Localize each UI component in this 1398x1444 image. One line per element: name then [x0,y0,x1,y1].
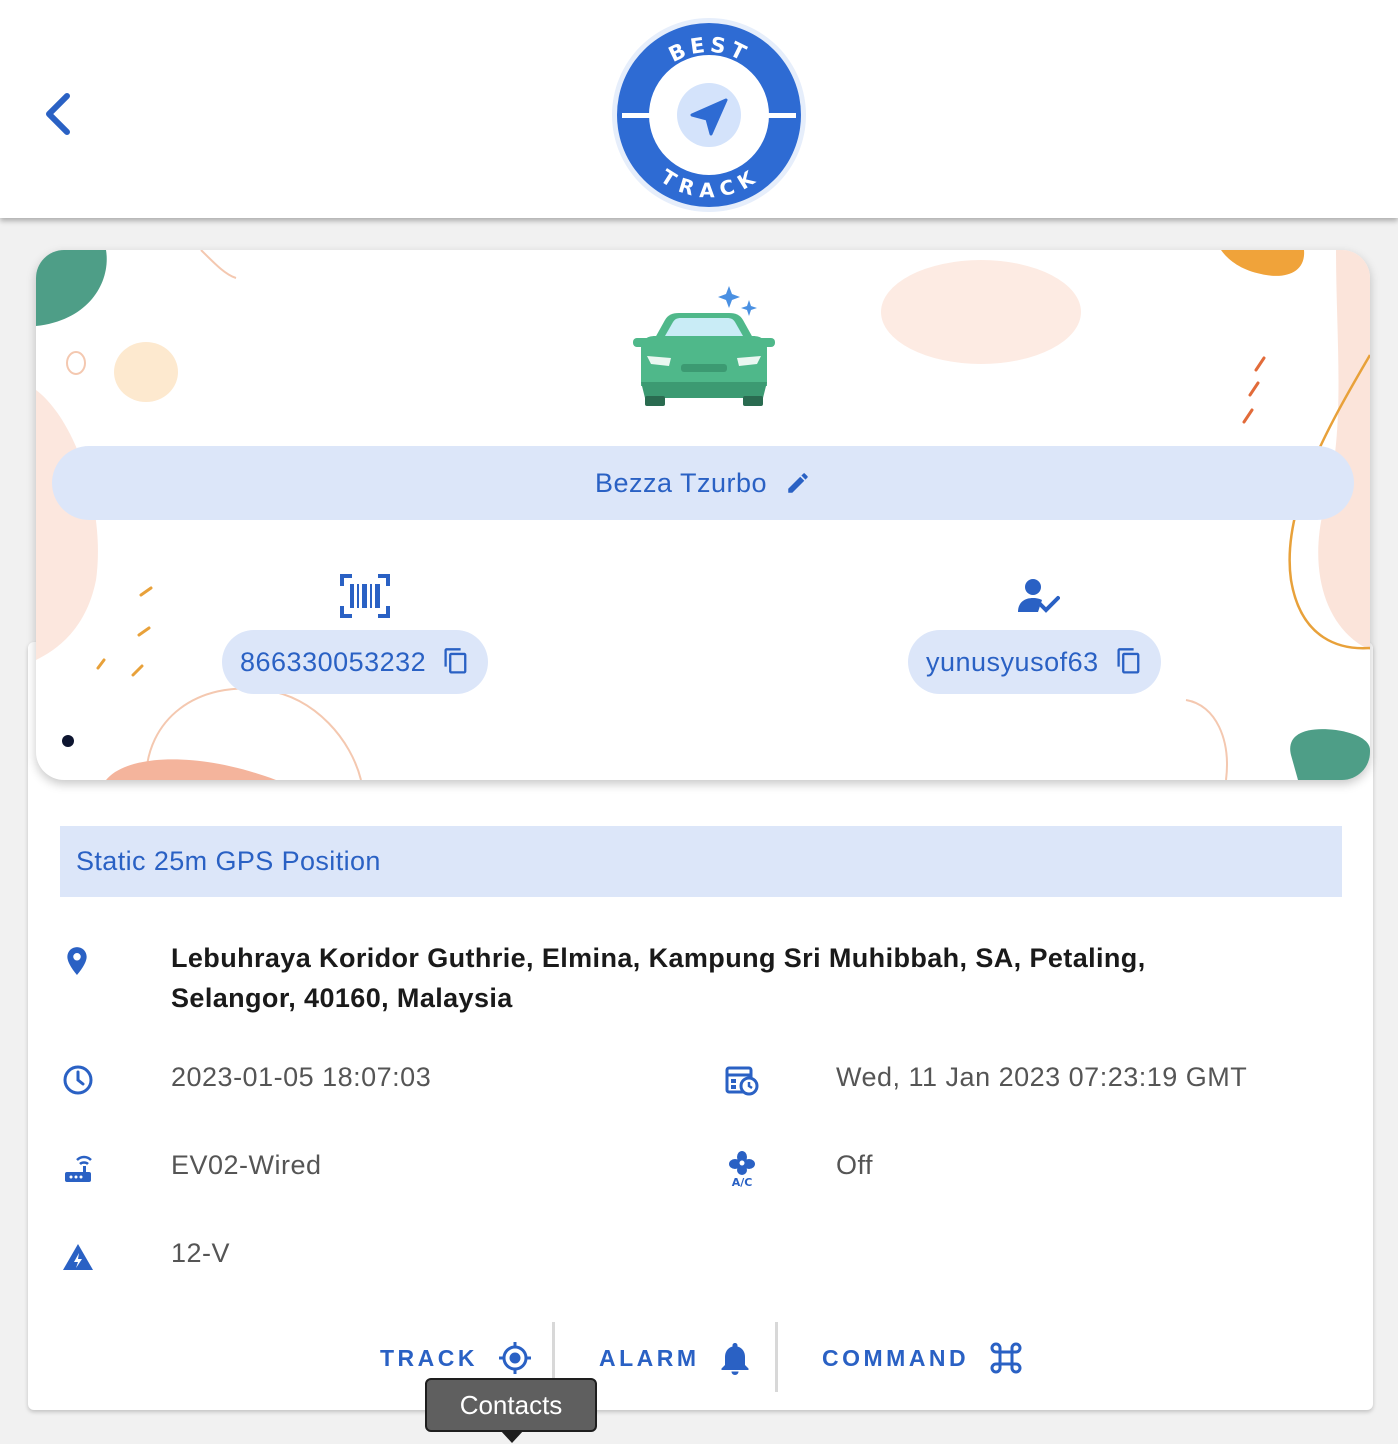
copy-icon[interactable] [1115,647,1143,677]
account-check-icon [1018,579,1060,613]
chevron-left-icon [46,93,70,135]
air-conditioner-icon: A/C [729,1151,755,1188]
owner-value: yunusyusof63 [926,646,1099,677]
voltage-warning-icon [63,1244,93,1270]
calendar-clock-icon [725,1066,759,1096]
pencil-icon[interactable] [785,470,811,496]
crosshairs-gps-icon [499,1342,531,1374]
command-button[interactable]: COMMAND [822,1322,1023,1394]
track-label: TRACK [380,1344,478,1371]
command-label: COMMAND [822,1344,970,1371]
tooltip-text: Contacts [459,1389,563,1420]
ac-status: Off [836,1150,874,1180]
device-model: EV02-Wired [171,1150,322,1180]
vehicle-name: Bezza Tzurbo [594,467,768,498]
carousel-indicator[interactable] [62,735,74,747]
action-divider [775,1322,778,1392]
contacts-tooltip: Contacts [425,1378,597,1432]
svg-text:A/C: A/C [732,1176,753,1188]
vehicle-name-bar[interactable]: Bezza Tzurbo [52,446,1354,520]
imei-chip[interactable]: 866330053232 [222,630,489,694]
app-header: BEST TRACK [0,0,1398,218]
router-icon [65,1155,92,1182]
alarm-button[interactable]: ALARM [599,1322,750,1394]
location-pin-icon [67,947,87,975]
clock-icon [63,1065,93,1095]
tooltip-arrow [500,1430,524,1443]
address-text: Lebuhraya Koridor Guthrie, Elmina, Kampu… [171,943,1146,1013]
command-key-icon [990,1342,1022,1374]
owner-chip[interactable]: yunusyusof63 [908,630,1161,694]
bell-icon [721,1343,749,1375]
back-button[interactable] [34,88,82,140]
vehicle-card: Bezza Tzurbo 866330053232 yunusyusof63 [36,250,1370,780]
gps-time: 2023-01-05 18:07:03 [171,1062,432,1092]
server-time: Wed, 11 Jan 2023 07:23:19 GMT [836,1062,1248,1092]
barcode-scan-icon [340,574,390,618]
position-status: Static 25m GPS Position [76,846,381,876]
position-status-bar: Static 25m GPS Position [60,826,1342,897]
voltage: 12-V [171,1238,231,1268]
copy-icon[interactable] [442,647,470,677]
best-track-logo: BEST TRACK [610,16,808,214]
imei-value: 866330053232 [240,646,427,677]
car-icon [631,286,777,410]
alarm-label: ALARM [599,1344,700,1371]
